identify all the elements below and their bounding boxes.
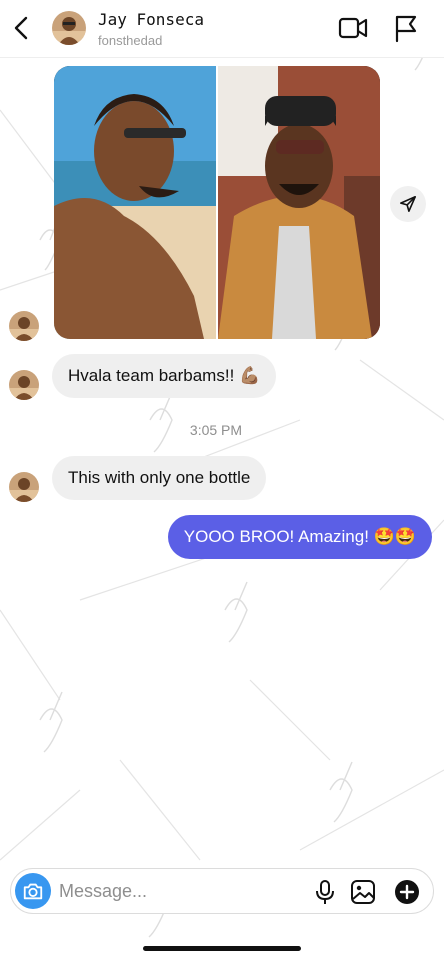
avatar[interactable] bbox=[9, 370, 39, 400]
avatar[interactable] bbox=[9, 472, 39, 502]
chat-header: Jay Fonseca fonsthedad bbox=[0, 0, 444, 58]
contact-username: fonsthedad bbox=[98, 33, 163, 48]
message-timestamp: 3:05 PM bbox=[189, 422, 243, 438]
outgoing-message-bubble[interactable]: YOOO BROO! Amazing! 🤩🤩 bbox=[167, 515, 432, 559]
back-arrow-icon[interactable] bbox=[10, 14, 34, 42]
avatar[interactable] bbox=[52, 11, 86, 45]
video-call-icon[interactable] bbox=[338, 15, 368, 41]
camera-icon bbox=[23, 883, 43, 900]
microphone-icon[interactable] bbox=[313, 878, 337, 906]
plus-icon[interactable] bbox=[393, 878, 421, 906]
share-button[interactable] bbox=[390, 186, 426, 222]
contact-name[interactable]: Jay Fonseca bbox=[98, 10, 204, 29]
message-composer bbox=[10, 868, 434, 914]
send-share-icon bbox=[399, 195, 417, 213]
shared-photo-collage[interactable] bbox=[54, 66, 380, 339]
incoming-message-bubble[interactable]: Hvala team barbams!! 💪🏽 bbox=[52, 354, 277, 398]
flag-icon[interactable] bbox=[393, 13, 419, 43]
camera-button[interactable] bbox=[15, 873, 51, 909]
home-indicator[interactable] bbox=[143, 946, 301, 951]
gallery-icon[interactable] bbox=[349, 878, 377, 906]
avatar[interactable] bbox=[9, 311, 39, 341]
message-input[interactable] bbox=[59, 875, 299, 907]
incoming-message-bubble[interactable]: This with only one bottle bbox=[52, 456, 267, 500]
